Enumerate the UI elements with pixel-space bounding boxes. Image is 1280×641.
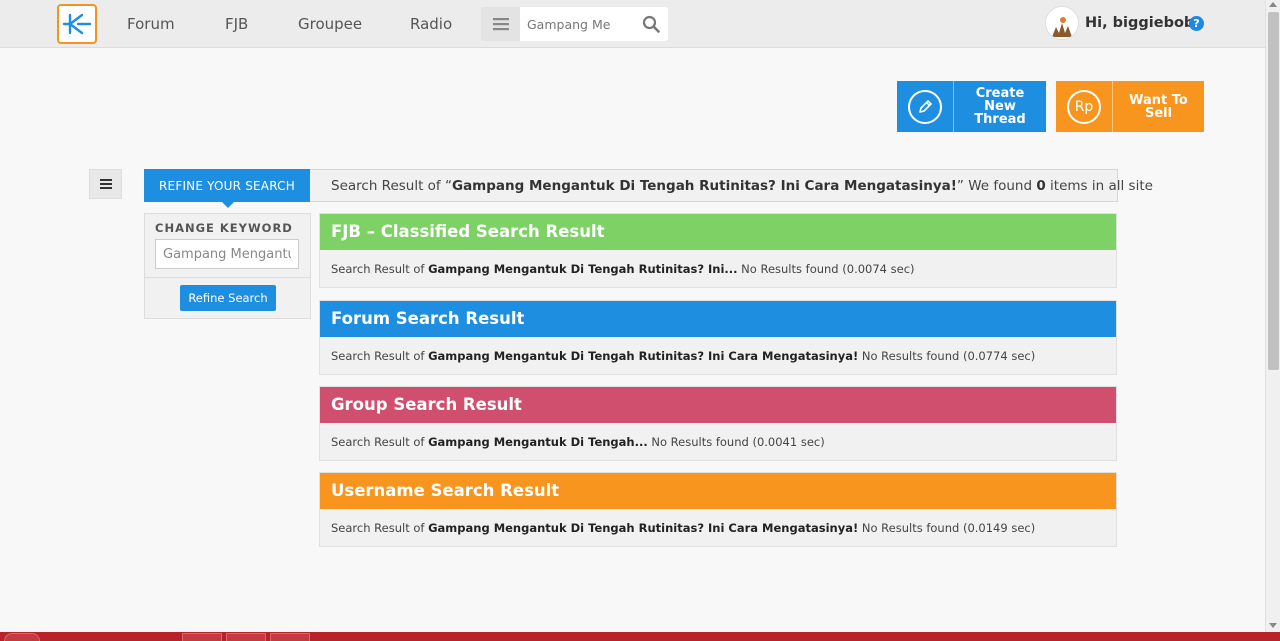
result-query: Gampang Mengantuk Di Tengah... — [428, 435, 648, 449]
summary-query: Gampang Mengantuk Di Tengah Rutinitas? I… — [451, 178, 957, 194]
section-title: FJB – Classified Search Result — [320, 214, 1116, 250]
result-status: No Results found (0.0041 sec) — [647, 435, 825, 449]
scroll-down-icon[interactable] — [1269, 623, 1277, 628]
summary-prefix: Search Result of “ — [331, 178, 452, 194]
menu-icon[interactable] — [481, 7, 520, 41]
result-query: Gampang Mengantuk Di Tengah Rutinitas? I… — [428, 349, 859, 363]
result-prefix: Search Result of — [331, 262, 429, 276]
pencil-icon — [908, 89, 942, 124]
result-status: No Results found (0.0149 sec) — [858, 521, 1036, 535]
list-toggle-icon[interactable] — [89, 169, 122, 199]
summary-suffix: items in all site — [1045, 178, 1153, 194]
taskbar-item[interactable] — [182, 633, 222, 641]
change-keyword-label: CHANGE KEYWORD — [155, 221, 293, 235]
result-prefix: Search Result of — [331, 349, 429, 363]
result-query: Gampang Mengantuk Di Tengah Rutinitas? I… — [428, 521, 859, 535]
section-title: Username Search Result — [320, 473, 1116, 509]
create-new-thread-button[interactable]: Create New Thread — [897, 81, 1046, 132]
divider — [145, 277, 310, 278]
search-result-bar: REFINE YOUR SEARCH Search Result of “Gam… — [144, 169, 1153, 208]
user-greeting[interactable]: Hi, biggiebobo — [1085, 15, 1204, 31]
taskbar-item[interactable] — [226, 633, 266, 641]
refine-search-button[interactable]: Refine Search — [180, 285, 276, 311]
help-icon[interactable]: ? — [1189, 16, 1204, 31]
vertical-scrollbar[interactable] — [1265, 0, 1280, 632]
rupiah-icon-wrap: Rp — [1056, 81, 1113, 132]
result-prefix: Search Result of — [331, 521, 429, 535]
section-body: Search Result of Gampang Mengantuk Di Te… — [320, 250, 1116, 276]
result-query: Gampang Mengantuk Di Tengah Rutinitas? I… — [428, 262, 738, 276]
result-prefix: Search Result of — [331, 435, 429, 449]
summary-count: 0 — [1036, 178, 1046, 194]
start-button[interactable] — [4, 633, 40, 641]
username-result-section: Username Search Result Search Result of … — [319, 472, 1117, 547]
group-result-section: Group Search Result Search Result of Gam… — [319, 386, 1117, 461]
top-navbar: Forum FJB Groupee Radio Hi, biggiebobo ? — [0, 0, 1265, 48]
search-box — [481, 7, 668, 41]
section-title: Forum Search Result — [320, 301, 1116, 337]
refine-your-search-tab[interactable]: REFINE YOUR SEARCH — [144, 169, 310, 208]
result-status: No Results found (0.0774 sec) — [858, 349, 1036, 363]
fjb-result-section: FJB – Classified Search Result Search Re… — [319, 213, 1117, 288]
scroll-thumb[interactable] — [1268, 12, 1279, 370]
pencil-icon-wrap — [897, 81, 954, 132]
search-result-summary: Search Result of “Gampang Mengantuk Di T… — [331, 178, 1153, 194]
section-body: Search Result of Gampang Mengantuk Di Te… — [320, 337, 1116, 363]
rupiah-icon: Rp — [1067, 89, 1101, 124]
section-title: Group Search Result — [320, 387, 1116, 423]
forum-result-section: Forum Search Result Search Result of Gam… — [319, 300, 1117, 375]
search-input[interactable] — [527, 7, 632, 41]
scroll-up-icon[interactable] — [1269, 2, 1277, 7]
want-to-sell-button[interactable]: Rp Want To Sell — [1056, 81, 1204, 132]
kaskus-logo-icon[interactable] — [57, 4, 97, 44]
keyword-input[interactable] — [155, 239, 299, 269]
nav-groupee-link[interactable]: Groupee — [298, 15, 362, 33]
section-body: Search Result of Gampang Mengantuk Di Te… — [320, 423, 1116, 449]
search-icon[interactable] — [642, 15, 660, 33]
want-to-sell-label: Want To Sell — [1129, 92, 1188, 121]
create-thread-label: Create New Thread — [974, 86, 1026, 127]
avatar[interactable] — [1045, 6, 1079, 40]
nav-fjb-link[interactable]: FJB — [225, 15, 248, 33]
result-status: No Results found (0.0074 sec) — [737, 262, 915, 276]
os-taskbar — [0, 632, 1280, 641]
nav-forum-link[interactable]: Forum — [127, 15, 175, 33]
summary-middle: ” We found — [956, 178, 1037, 194]
section-body: Search Result of Gampang Mengantuk Di Te… — [320, 509, 1116, 535]
taskbar-item[interactable] — [270, 633, 310, 641]
change-keyword-panel: CHANGE KEYWORD Refine Search — [144, 213, 311, 319]
nav-radio-link[interactable]: Radio — [410, 15, 452, 33]
